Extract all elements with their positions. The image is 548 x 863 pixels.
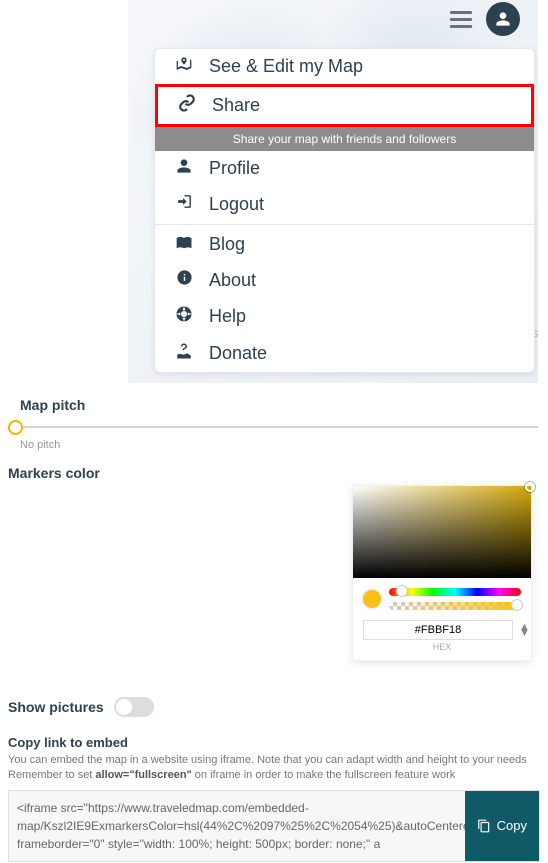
format-toggle[interactable]: ▲▼ <box>519 624 530 636</box>
embed-code[interactable]: <iframe src="https://www.traveledmap.com… <box>9 791 465 861</box>
user-icon <box>173 158 195 179</box>
copy-icon <box>477 819 491 833</box>
user-dropdown-menu: See & Edit my Map Share Share your map w… <box>154 48 535 373</box>
menu-label: About <box>209 270 256 291</box>
markers-color-title: Markers color <box>8 465 540 481</box>
show-pictures-title: Show pictures <box>8 699 104 715</box>
copy-button[interactable]: Copy <box>465 791 539 861</box>
menu-logout[interactable]: Logout <box>155 186 534 222</box>
link-icon <box>176 94 198 117</box>
embed-desc-2: Remember to set allow="fullscreen" on if… <box>8 768 540 783</box>
hue-slider[interactable] <box>389 588 521 596</box>
show-pictures-toggle[interactable] <box>114 697 154 717</box>
menu-donate[interactable]: Donate <box>155 335 534 372</box>
menu-label: Logout <box>209 194 264 215</box>
alpha-slider[interactable] <box>389 602 521 610</box>
menu-label: Blog <box>209 234 245 255</box>
info-icon <box>173 269 195 291</box>
menu-label: Help <box>209 306 246 327</box>
slider-thumb[interactable] <box>8 420 23 435</box>
help-icon <box>173 305 195 328</box>
color-swatch <box>363 590 381 608</box>
pitch-slider[interactable] <box>8 417 540 437</box>
menu-label: Share <box>212 95 260 116</box>
menu-profile[interactable]: Profile <box>155 151 534 186</box>
show-pictures-row: Show pictures <box>0 697 548 717</box>
map-pitch-section: Map pitch No pitch <box>0 397 548 451</box>
menu-label: Profile <box>209 158 260 179</box>
hex-input[interactable] <box>363 620 513 640</box>
menu-label: See & Edit my Map <box>209 56 363 77</box>
saturation-thumb[interactable] <box>525 482 535 492</box>
menu-label: Donate <box>209 343 267 364</box>
markers-color-section: Markers color ▲▼ HEX <box>0 465 548 685</box>
menu-help[interactable]: Help <box>155 298 534 335</box>
share-tooltip: Share your map with friends and follower… <box>155 127 534 151</box>
logout-icon <box>173 193 195 215</box>
menu-divider <box>155 224 534 225</box>
map-marked-icon <box>173 56 195 77</box>
hamburger-menu-icon[interactable] <box>450 11 472 28</box>
map-viewport[interactable]: See & Edit my Map Share Share your map w… <box>128 0 538 383</box>
menu-about[interactable]: About <box>155 262 534 298</box>
embed-desc-1: You can embed the map in a website using… <box>8 753 540 768</box>
book-icon <box>173 234 195 255</box>
alpha-thumb[interactable] <box>511 599 523 611</box>
donate-icon <box>173 342 195 365</box>
embed-title: Copy link to embed <box>8 735 540 750</box>
user-avatar-button[interactable] <box>486 2 520 36</box>
menu-see-edit-map[interactable]: See & Edit my Map <box>155 49 534 84</box>
embed-section: Copy link to embed You can embed the map… <box>0 735 548 862</box>
color-saturation-area[interactable] <box>353 486 531 578</box>
menu-share[interactable]: Share <box>155 84 534 127</box>
hue-thumb[interactable] <box>396 585 408 597</box>
user-icon <box>495 11 511 27</box>
menu-blog[interactable]: Blog <box>155 227 534 262</box>
map-pitch-title: Map pitch <box>20 397 540 413</box>
hex-label: HEX <box>353 642 531 652</box>
pitch-value: No pitch <box>20 439 540 451</box>
color-picker-panel: ▲▼ HEX <box>352 485 532 661</box>
